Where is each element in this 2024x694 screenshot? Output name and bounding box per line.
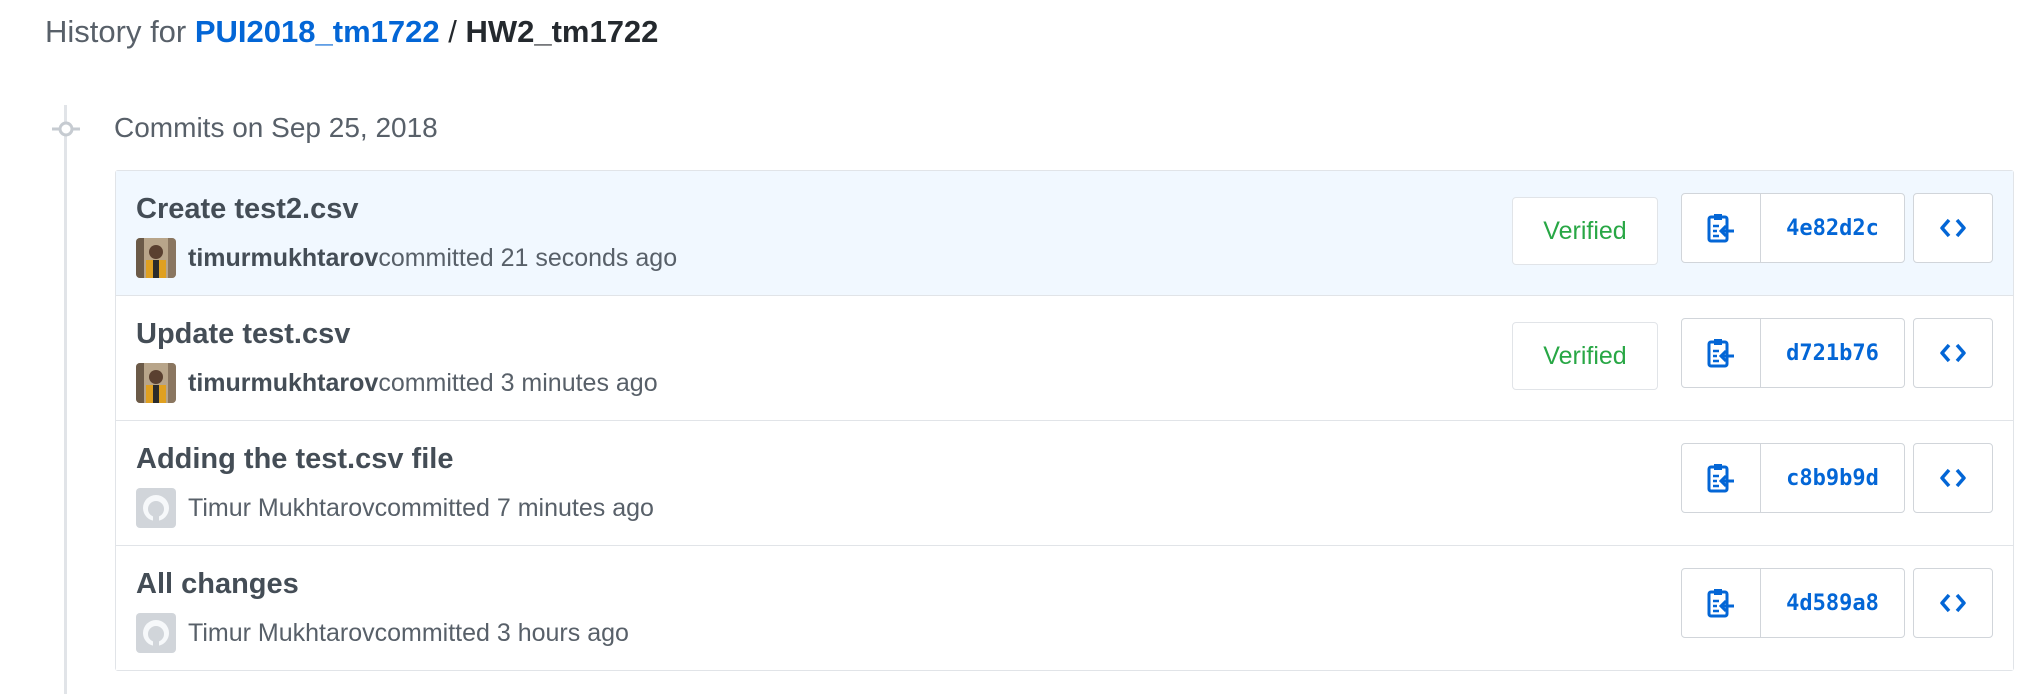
sha-button-group: c8b9b9d [1681, 443, 1905, 513]
commit-group-title: Commits on Sep 25, 2018 [114, 112, 438, 143]
breadcrumb: History for PUI2018_tm1722 / HW2_tm1722 [45, 10, 658, 54]
commit-row: Create test2.csv timurmukhtarov committe… [116, 171, 2013, 295]
commit-sha-link[interactable]: d721b76 [1761, 319, 1904, 387]
commit-meta: timurmukhtarov committed 21 seconds ago [136, 237, 677, 279]
clippy-icon[interactable] [1682, 319, 1761, 387]
commit-meta: Timur Mukhtarov committed 7 minutes ago [136, 487, 654, 529]
code-icon[interactable] [1913, 568, 1993, 638]
commit-action: committed 7 minutes ago [374, 493, 654, 522]
commit-title-link[interactable]: All changes [136, 564, 299, 604]
repo-link[interactable]: PUI2018_tm1722 [195, 14, 440, 49]
timeline-line [64, 105, 67, 694]
clippy-icon[interactable] [1682, 569, 1761, 637]
commit-meta: Timur Mukhtarov committed 3 hours ago [136, 612, 629, 654]
clippy-icon[interactable] [1682, 194, 1761, 262]
commit-sha-link[interactable]: c8b9b9d [1761, 444, 1904, 512]
breadcrumb-prefix: History for [45, 14, 195, 49]
commit-action: committed 3 hours ago [374, 618, 629, 647]
clippy-icon[interactable] [1682, 444, 1761, 512]
photo-avatar[interactable] [136, 238, 176, 278]
github-octocat-avatar [136, 613, 176, 653]
commit-title-link[interactable]: Update test.csv [136, 314, 350, 354]
sha-button-group: 4e82d2c [1681, 193, 1905, 263]
breadcrumb-separator: / [439, 14, 466, 49]
commit-author-link[interactable]: timurmukhtarov [188, 369, 378, 398]
commit-title-link[interactable]: Adding the test.csv file [136, 439, 453, 479]
commit-author-link[interactable]: timurmukhtarov [188, 244, 378, 273]
commit-action: committed 3 minutes ago [378, 368, 658, 397]
commit-title-link[interactable]: Create test2.csv [136, 189, 358, 229]
sha-button-group: 4d589a8 [1681, 568, 1905, 638]
photo-avatar[interactable] [136, 363, 176, 403]
commit-author: Timur Mukhtarov [188, 493, 375, 522]
commit-row: Update test.csv timurmukhtarov committed… [116, 295, 2013, 420]
github-octocat-avatar [136, 488, 176, 528]
breadcrumb-path: HW2_tm1722 [465, 14, 659, 49]
verified-badge[interactable]: Verified [1512, 197, 1658, 265]
commit-sha-link[interactable]: 4e82d2c [1761, 194, 1904, 262]
commit-meta: timurmukhtarov committed 3 minutes ago [136, 362, 658, 404]
code-icon[interactable] [1913, 443, 1993, 513]
commit-row: Adding the test.csv file Timur Mukhtarov… [116, 420, 2013, 545]
code-icon[interactable] [1913, 193, 1993, 263]
sha-button-group: d721b76 [1681, 318, 1905, 388]
commit-sha-link[interactable]: 4d589a8 [1761, 569, 1904, 637]
code-icon[interactable] [1913, 318, 1993, 388]
git-commit-icon [52, 117, 80, 141]
verified-badge[interactable]: Verified [1512, 322, 1658, 390]
commit-row: All changes Timur Mukhtarov committed 3 … [116, 545, 2013, 670]
commit-list: Create test2.csv timurmukhtarov committe… [115, 170, 2014, 671]
commit-action: committed 21 seconds ago [378, 243, 678, 272]
commit-author: Timur Mukhtarov [188, 618, 375, 647]
